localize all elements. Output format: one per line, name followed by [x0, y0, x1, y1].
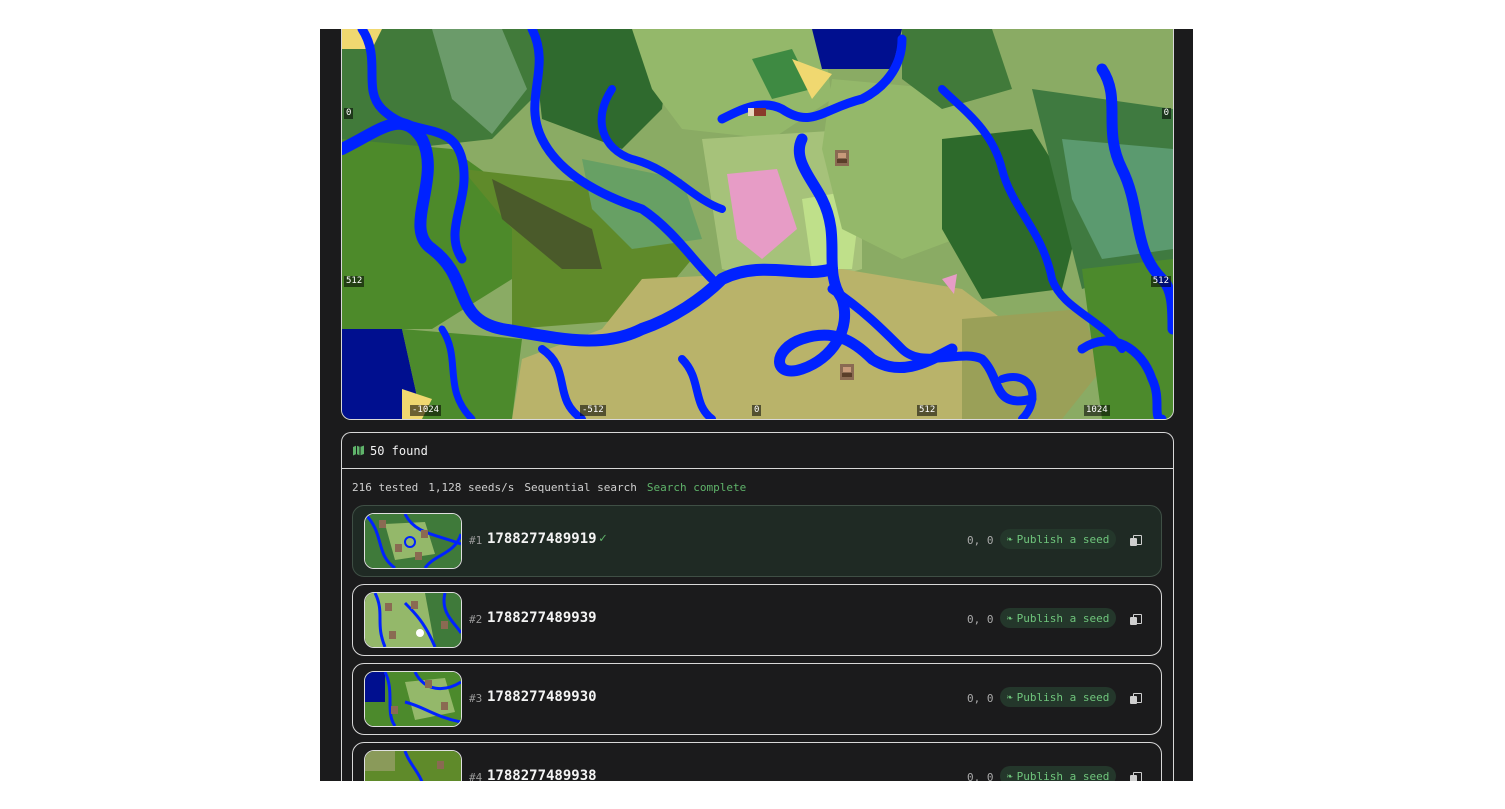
publish-seed-label: Publish a seed [1016, 611, 1110, 625]
map-x-tick: 1024 [1084, 405, 1110, 416]
seed-coords: 0, 0 [967, 692, 994, 705]
village-icon[interactable] [840, 364, 854, 380]
sprout-icon: ❧ [1006, 612, 1013, 624]
app-panel: 0 512 0 512 -1024 -512 0 512 1024 50 fou… [320, 29, 1193, 781]
bed-icon [748, 108, 766, 116]
biome-map-canvas [342, 29, 1173, 419]
results-header: 50 found [342, 433, 1173, 469]
publish-seed-label: Publish a seed [1016, 532, 1110, 546]
seed-thumbnail [364, 750, 462, 781]
seed-value: 1788277489930 [487, 689, 597, 705]
publish-seed-label: Publish a seed [1016, 769, 1110, 782]
seed-value: 1788277489938 [487, 768, 597, 781]
publish-seed-button[interactable]: ❧ Publish a seed [1000, 608, 1116, 628]
seed-value: 1788277489919 [487, 531, 597, 547]
seed-card[interactable]: #2 1788277489939 0, 0 ❧ Publish a seed [352, 584, 1162, 656]
seed-value: 1788277489939 [487, 610, 597, 626]
publish-seed-button[interactable]: ❧ Publish a seed [1000, 529, 1116, 549]
map-icon [353, 445, 364, 456]
seed-coords: 0, 0 [967, 613, 994, 626]
search-mode: Sequential search [524, 480, 637, 494]
search-speed: 1,128 seeds/s [428, 480, 515, 494]
village-icon[interactable] [835, 150, 849, 166]
seed-card[interactable]: #1 1788277489919 ✓ 0, 0 ❧ Publish a seed [352, 505, 1162, 577]
seed-thumbnail [364, 671, 462, 727]
map-x-tick: 0 [752, 405, 762, 416]
copy-icon[interactable] [1130, 535, 1142, 546]
seed-rank: #4 [469, 771, 483, 781]
copy-icon[interactable] [1130, 614, 1142, 625]
map-y-tick: 512 [1150, 276, 1171, 287]
seed-coords: 0, 0 [967, 534, 994, 547]
sprout-icon: ❧ [1006, 533, 1013, 545]
results-panel: 50 found 216 tested 1,128 seeds/s Sequen… [341, 432, 1174, 781]
map-y-tick: 512 [344, 276, 365, 287]
publish-seed-label: Publish a seed [1016, 690, 1110, 704]
seed-rank: #3 [469, 692, 483, 705]
map-y-tick: 0 [1161, 108, 1171, 119]
map-x-tick: 512 [917, 405, 938, 416]
seed-coords: 0, 0 [967, 771, 994, 781]
tested-count: 216 tested [352, 480, 419, 494]
biome-map[interactable]: 0 512 0 512 -1024 -512 0 512 1024 [341, 29, 1174, 420]
seed-card[interactable]: #3 1788277489930 0, 0 ❧ Publish a seed [352, 663, 1162, 735]
publish-seed-button[interactable]: ❧ Publish a seed [1000, 766, 1116, 781]
copy-icon[interactable] [1130, 772, 1142, 781]
seed-thumbnail [364, 513, 462, 569]
map-y-tick: 0 [344, 108, 354, 119]
sprout-icon: ❧ [1006, 691, 1013, 703]
seed-thumbnail [364, 592, 462, 648]
map-x-tick: -512 [580, 405, 606, 416]
publish-seed-button[interactable]: ❧ Publish a seed [1000, 687, 1116, 707]
check-icon: ✓ [599, 531, 607, 546]
map-x-tick: -1024 [410, 405, 442, 416]
sprout-icon: ❧ [1006, 770, 1013, 782]
seed-rank: #2 [469, 613, 483, 626]
search-status: Search complete [646, 480, 747, 494]
seed-card[interactable]: #4 1788277489938 0, 0 ❧ Publish a seed [352, 742, 1162, 781]
seed-rank: #1 [469, 534, 483, 547]
results-count: 50 found [370, 443, 428, 458]
copy-icon[interactable] [1130, 693, 1142, 704]
search-stats: 216 tested 1,128 seeds/s Sequential sear… [342, 469, 1173, 505]
